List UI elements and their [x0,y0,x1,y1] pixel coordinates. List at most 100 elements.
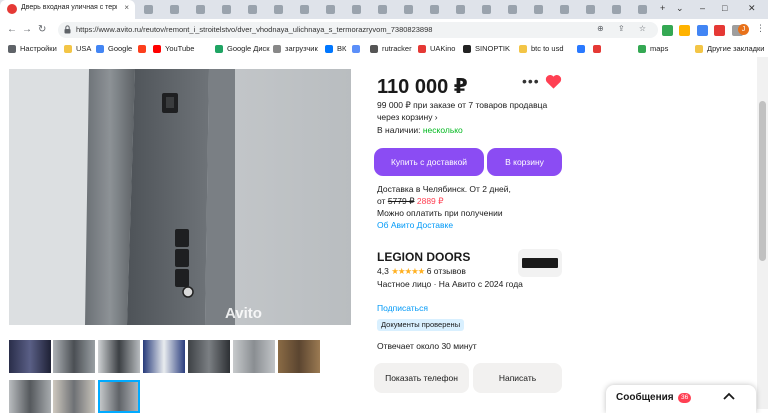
thumbnail[interactable] [53,380,95,413]
bookmark-item[interactable] [138,43,150,55]
tab[interactable] [345,0,369,19]
omnibox-actions[interactable]: ⊕ ⇪ ☆ [597,24,652,33]
close-icon[interactable]: × [124,3,129,12]
page-scrollbar[interactable] [757,57,768,409]
favorite-heart-icon[interactable] [545,74,562,89]
bookmark-item[interactable]: Google Диск [215,43,270,55]
bookmark-item[interactable]: SINOPTIK [463,43,510,55]
tab[interactable] [137,0,161,19]
thumbnail[interactable] [233,340,275,373]
bookmark-item[interactable]: Другие закладки [695,43,764,55]
download-icon [273,45,281,53]
tab[interactable] [527,0,551,19]
forward-icon[interactable]: → [22,24,32,35]
thumbnail[interactable] [9,380,51,413]
tab[interactable] [449,0,473,19]
reviews-count[interactable]: 6 отзывов [427,266,466,276]
write-message-button[interactable]: Написать [473,363,562,393]
tab[interactable] [501,0,525,19]
tab-search-icon[interactable]: ⌄ [676,3,684,14]
google-icon [96,45,104,53]
tab-favicon-icon [144,5,153,14]
thumbnail[interactable] [143,340,185,373]
maximize-icon[interactable]: □ [722,3,727,13]
tab-favicon-icon [404,5,413,14]
browser-menu-icon[interactable]: ⋮ [756,23,765,34]
seller-rating[interactable]: 4,3 ★★★★★ 6 отзывов [377,266,466,277]
avito-favicon-icon [7,4,17,14]
bookmark-item[interactable]: YouTube [153,43,194,55]
bookmark-item[interactable]: maps [638,43,668,55]
chevron-up-icon[interactable] [722,390,736,402]
rating-stars-icon: ★★★★★ [391,266,425,276]
url-input[interactable]: https://www.avito.ru/reutov/remont_i_str… [58,22,658,38]
tab[interactable] [241,0,265,19]
avito-delivery-link[interactable]: Об Авито Доставке [377,219,567,231]
tab[interactable] [605,0,629,19]
cart-price-note[interactable]: 99 000 ₽ при заказе от 7 товаров продавц… [377,99,562,123]
extension-icon[interactable] [696,25,708,36]
buy-with-delivery-button[interactable]: Купить с доставкой [374,148,484,176]
tab[interactable] [371,0,395,19]
bookmark-item[interactable] [577,43,589,55]
seller-logo[interactable] [518,249,562,277]
bookmark-item[interactable]: Google [96,43,132,55]
bookmark-item[interactable]: btc to usd [519,43,564,55]
profile-avatar[interactable]: J [738,24,749,35]
bookmark-item[interactable]: ВК [325,43,346,55]
lock-icon[interactable] [64,25,71,34]
extension-icon[interactable] [662,25,673,36]
extension-icon[interactable] [714,25,726,36]
vk-icon [325,45,333,53]
tab[interactable] [631,0,655,19]
bookmark-item[interactable]: загрузчик [273,43,318,55]
tab[interactable] [423,0,447,19]
availability: В наличии: несколько [377,125,463,135]
tab[interactable] [163,0,187,19]
tab-favicon-icon [170,5,179,14]
tab[interactable] [319,0,343,19]
tab-favicon-icon [456,5,465,14]
minimize-icon[interactable]: – [700,3,705,13]
more-options-icon[interactable]: ••• [522,73,540,89]
subscribe-link[interactable]: Подписаться [377,303,428,313]
bookmark-item[interactable]: USA [64,43,91,55]
close-window-icon[interactable]: ✕ [748,3,756,14]
bookmark-item[interactable]: UAKino [418,43,455,55]
main-photo[interactable]: Avito [9,69,351,325]
scrollbar-thumb[interactable] [759,101,766,261]
bookmark-item[interactable]: rutracker [370,43,412,55]
tab-active[interactable]: Дверь входная уличная с термор × [0,0,135,19]
tab[interactable] [553,0,577,19]
bookmark-item[interactable] [352,43,364,55]
tab[interactable] [267,0,291,19]
url-text: https://www.avito.ru/reutov/remont_i_str… [76,25,433,34]
tab[interactable] [293,0,317,19]
tab[interactable] [215,0,239,19]
thumbnail[interactable] [278,340,320,373]
reload-icon[interactable]: ↻ [38,24,46,35]
photo-watermark: Avito [225,305,262,322]
tab[interactable] [397,0,421,19]
new-tab-icon[interactable]: + [660,3,665,13]
thumbnail[interactable] [98,340,140,373]
show-phone-button[interactable]: Показать телефон [374,363,469,393]
documents-verified-badge: Документы проверены [377,319,465,331]
thumbnail[interactable] [53,340,95,373]
bookmark-item[interactable] [593,43,605,55]
tab-favicon-icon [248,5,257,14]
sinoptik-icon [463,45,471,53]
thumbnail[interactable] [188,340,230,373]
thumbnail-selected[interactable] [98,380,140,413]
seller-name[interactable]: LEGION DOORS [377,250,470,264]
tab[interactable] [475,0,499,19]
add-to-cart-button[interactable]: В корзину [487,148,562,176]
price: 110 000 ₽ [377,76,468,98]
tab[interactable] [189,0,213,19]
thumbnail[interactable] [9,340,51,373]
back-icon[interactable]: ← [7,24,17,35]
tab[interactable] [579,0,603,19]
delivery-info: Доставка в Челябинск. От 2 дней, от 5779… [377,183,567,231]
extension-icon[interactable] [679,25,691,36]
bookmark-item[interactable]: Настройки [8,43,57,55]
